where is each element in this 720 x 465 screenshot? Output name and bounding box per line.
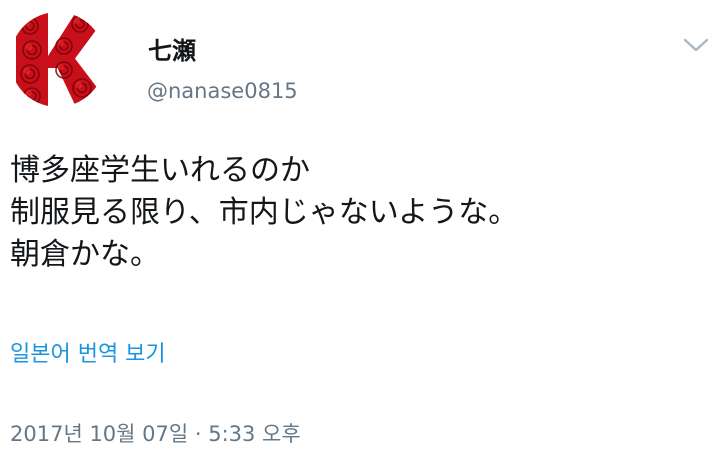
- tweet-text-line: 朝倉かな。: [10, 237, 160, 272]
- display-name[interactable]: 七瀬: [148, 36, 196, 66]
- tweet-text-line: 博多座学生いれるのか: [10, 153, 310, 188]
- tweet-text: 博多座学生いれるのか 制服見る限り、市内じゃないような。 朝倉かな。: [10, 150, 710, 276]
- screen-name[interactable]: @nanase0815: [147, 77, 298, 105]
- avatar[interactable]: [10, 12, 105, 107]
- tweet-timestamp[interactable]: 2017년 10월 07일 · 5:33 오후: [10, 420, 301, 448]
- tweet-card: 七瀬 @nanase0815 博多座学生いれるのか 制服見る限り、市内じゃないよ…: [0, 0, 720, 465]
- tweet-text-line: 制服見る限り、市内じゃないような。: [10, 195, 519, 230]
- rose-k-logo-icon: [10, 12, 105, 107]
- chevron-down-icon[interactable]: [680, 28, 712, 60]
- translate-tweet-link[interactable]: 일본어 번역 보기: [10, 340, 166, 370]
